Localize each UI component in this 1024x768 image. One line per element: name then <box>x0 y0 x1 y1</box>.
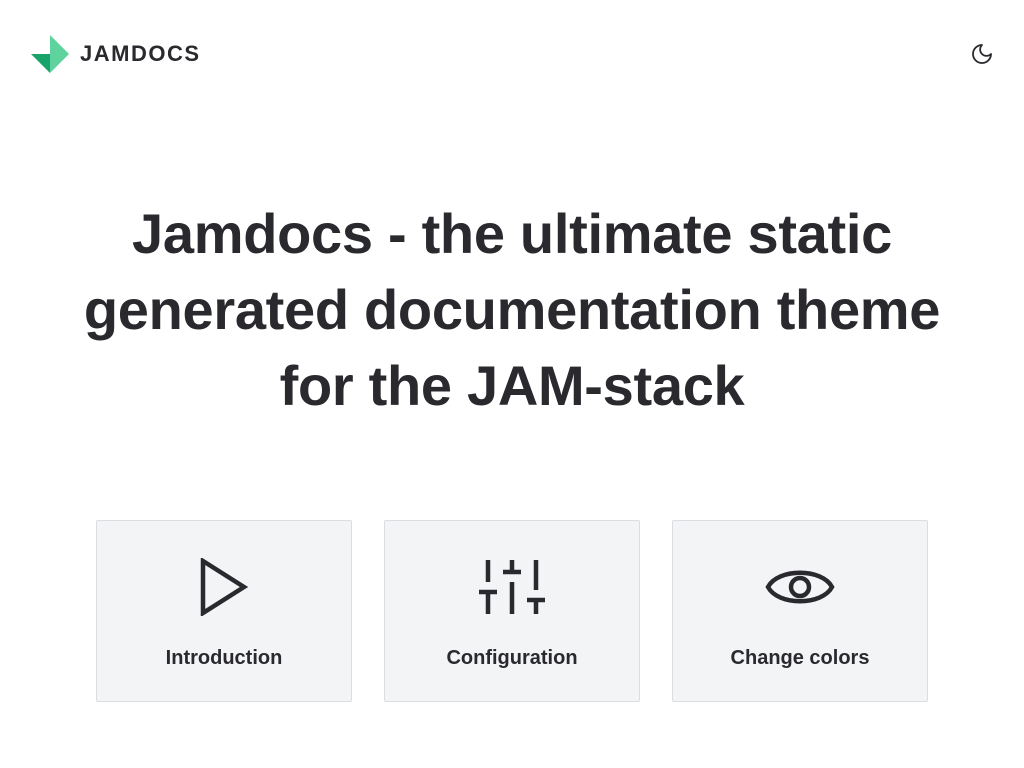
introduction-card[interactable]: Introduction <box>96 520 352 702</box>
brand-name: JAMDOCS <box>80 41 201 66</box>
card-label: Introduction <box>165 647 283 669</box>
sliders-icon <box>476 555 548 619</box>
play-icon <box>188 555 260 619</box>
quick-links: Introduction Configuration Change colors <box>96 520 928 702</box>
change-colors-card[interactable]: Change colors <box>672 520 928 702</box>
dark-mode-toggle-button[interactable] <box>970 42 994 66</box>
jamdocs-logo-icon <box>31 35 69 73</box>
eye-icon <box>764 555 836 619</box>
hero-title: Jamdocs - the ultimate static generated … <box>83 202 941 417</box>
card-label: Change colors <box>730 647 870 669</box>
card-label: Configuration <box>446 647 578 669</box>
brand-link[interactable]: JAMDOCS <box>30 34 201 74</box>
site-header: JAMDOCS <box>0 0 1024 108</box>
configuration-card[interactable]: Configuration <box>384 520 640 702</box>
moon-icon <box>972 44 992 64</box>
